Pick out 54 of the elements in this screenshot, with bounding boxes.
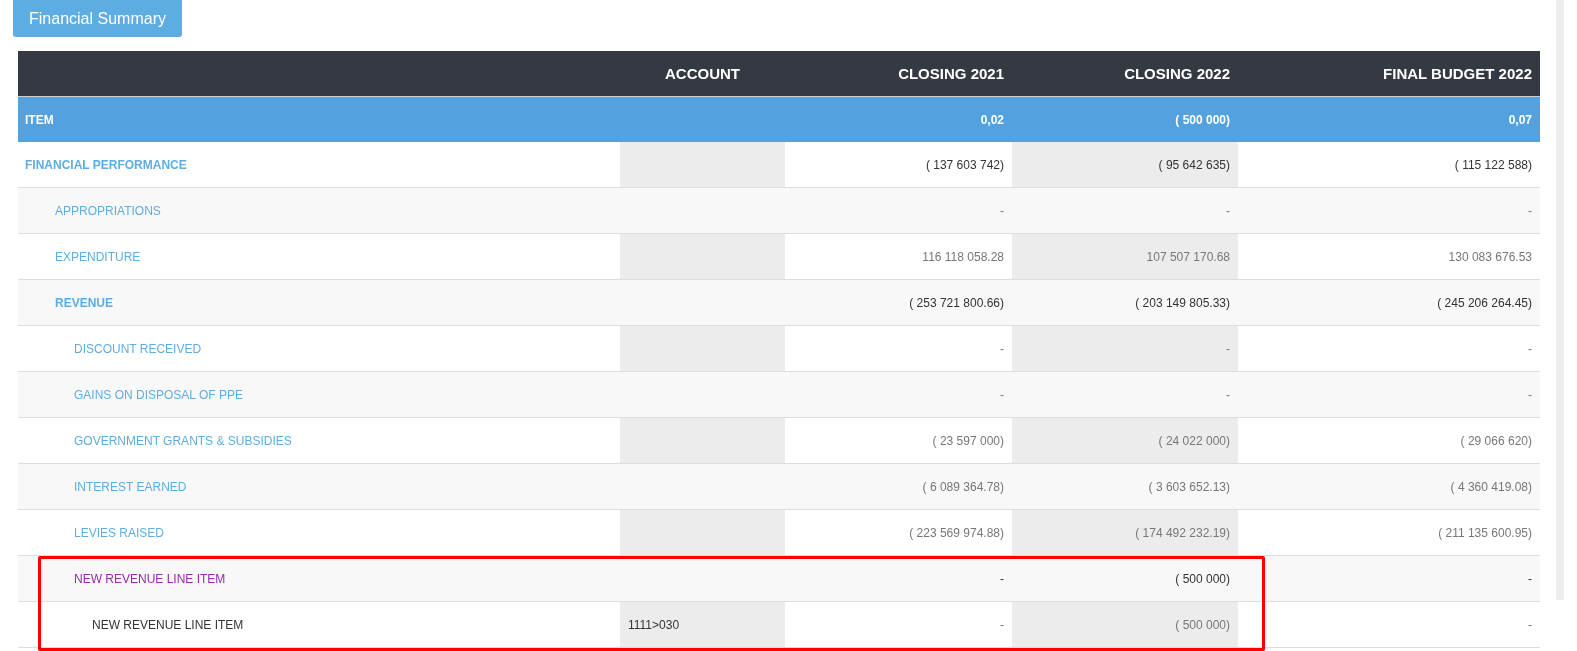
- row-link[interactable]: APPROPRIATIONS: [55, 203, 161, 218]
- table-cell: -: [1012, 326, 1238, 371]
- table-cell-text: ( 253 721 800.66): [908, 294, 1005, 312]
- row-link[interactable]: FINANCIAL PERFORMANCE: [25, 157, 187, 172]
- table-cell-text: 130 083 676.53: [1447, 248, 1533, 266]
- table-cell-text: ( 245 206 264.45): [1436, 294, 1533, 312]
- table-cell: ( 174 492 232.19): [1012, 510, 1238, 555]
- table-cell: 0,07: [1508, 112, 1532, 127]
- table-cell: 107 507 170.68: [1012, 234, 1238, 279]
- table-cell-text: ( 3 603 652.13): [1147, 478, 1231, 496]
- row-link[interactable]: DISCOUNT RECEIVED: [74, 341, 202, 356]
- table-cell: ( 500 000): [1175, 112, 1230, 127]
- table-cell-text: -: [1225, 202, 1231, 220]
- row-label: NEW REVENUE LINE ITEM: [92, 617, 244, 632]
- row-link[interactable]: REVENUE: [55, 295, 113, 310]
- table-cell-text: ( 115 122 588): [1453, 156, 1533, 174]
- table-cell-text: ( 211 135 600.95): [1437, 524, 1533, 542]
- table-cell-text: ( 203 149 805.33): [1134, 294, 1231, 312]
- table-cell: ( 500 000): [1012, 602, 1238, 647]
- table-cell-text: ( 6 089 364.78): [921, 478, 1005, 496]
- table-cell: ( 95 642 635): [1012, 142, 1238, 187]
- table-cell-text: -: [1225, 386, 1231, 404]
- table-cell-text: -: [1527, 202, 1533, 220]
- table-cell: ( 24 022 000): [1012, 418, 1238, 463]
- table-cell-text: -: [1527, 570, 1533, 588]
- table-cell-text: -: [999, 570, 1005, 588]
- table-cell-text: ( 23 597 000): [931, 432, 1005, 450]
- table-cell-text: -: [999, 616, 1005, 634]
- table-cell-text: -: [999, 386, 1005, 404]
- table-cell-text: ( 137 603 742): [924, 156, 1005, 174]
- table-cell-text: ( 500 000): [1174, 570, 1231, 588]
- row-link[interactable]: LEVIES RAISED: [74, 525, 165, 540]
- row-link[interactable]: NEW REVENUE LINE ITEM: [74, 571, 226, 586]
- column-header: CLOSING 2022: [1124, 65, 1230, 82]
- table-cell-text: -: [999, 202, 1005, 220]
- row-label: ITEM: [25, 112, 54, 127]
- table-cell: 1111>030: [620, 602, 785, 647]
- table-cell-text: -: [1527, 386, 1533, 404]
- column-header: CLOSING 2021: [898, 65, 1004, 82]
- financial-summary-button[interactable]: Financial Summary: [13, 0, 182, 37]
- table-cell-text: -: [1527, 340, 1533, 358]
- table-cell-text: 116 118 058.28: [921, 248, 1005, 266]
- row-link[interactable]: GAINS ON DISPOSAL OF PPE: [74, 387, 243, 402]
- table-cell-text: ( 4 360 419.08): [1449, 478, 1533, 496]
- row-link[interactable]: GOVERNMENT GRANTS & SUBSIDIES: [74, 433, 292, 448]
- row-link[interactable]: INTEREST EARNED: [74, 479, 187, 494]
- row-link[interactable]: EXPENDITURE: [55, 249, 141, 264]
- table-cell: 0,02: [980, 112, 1004, 127]
- table-cell-text: ( 29 066 620): [1459, 432, 1533, 450]
- table-cell-text: -: [1527, 616, 1533, 634]
- column-header: FINAL BUDGET 2022: [1383, 65, 1532, 82]
- table-cell-text: ( 223 569 974.88): [908, 524, 1005, 542]
- column-header: ACCOUNT: [665, 65, 740, 82]
- table-cell-text: -: [999, 340, 1005, 358]
